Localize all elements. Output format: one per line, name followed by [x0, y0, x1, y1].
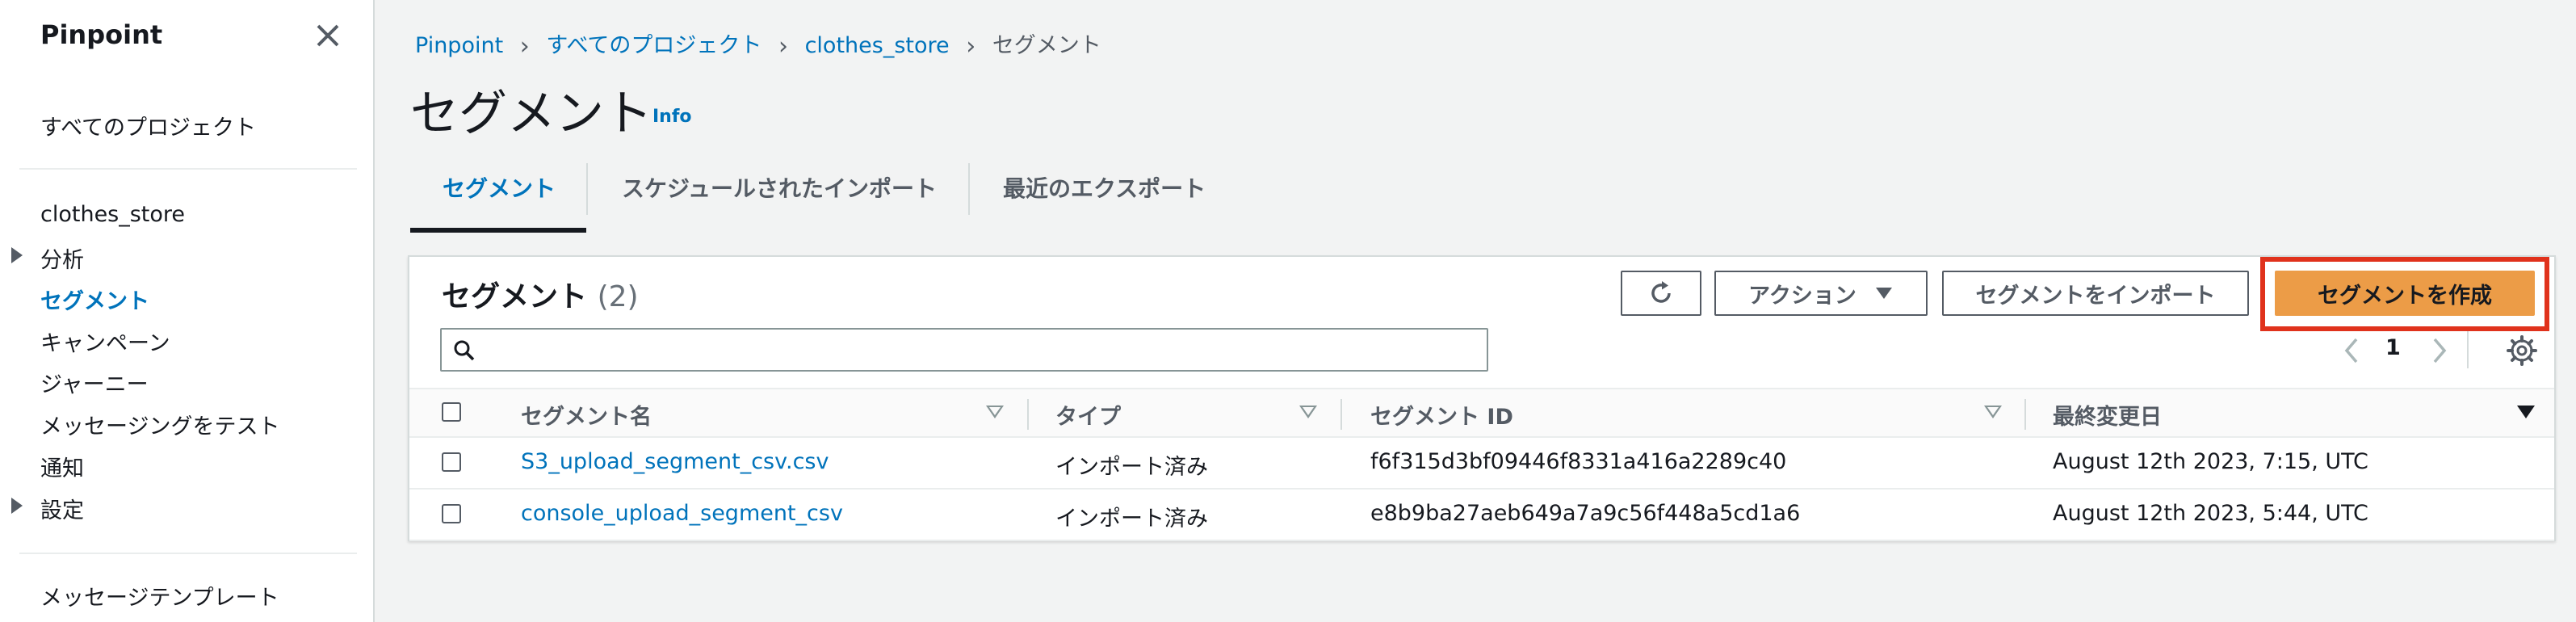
pager-divider	[2467, 331, 2469, 368]
breadcrumb-project[interactable]: clothes_store	[805, 33, 950, 58]
info-link[interactable]: Info	[652, 107, 692, 127]
sidebar: Pinpoint すべてのプロジェクト clothes_store 分析 セグメ…	[0, 0, 375, 622]
segments-table-container: セグメント (2) アクション セグメントをインポート セグメントを作成 1 セ…	[408, 255, 2556, 541]
create-segment-button[interactable]: セグメントを作成	[2275, 271, 2535, 316]
sidebar-item-campaigns[interactable]: キャンペーン	[40, 326, 170, 357]
page-number[interactable]: 1	[2385, 335, 2401, 360]
sidebar-item-test-messaging[interactable]: メッセージングをテスト	[40, 409, 279, 440]
breadcrumb-pinpoint[interactable]: Pinpoint	[415, 33, 503, 58]
last-modified: August 12th 2023, 7:15, UTC	[2053, 449, 2368, 474]
tab-divider	[968, 163, 970, 215]
breadcrumb-current: セグメント	[992, 33, 1101, 58]
segment-type: インポート済み	[1055, 506, 1208, 532]
sidebar-title: Pinpoint	[40, 19, 163, 50]
sidebar-divider	[19, 553, 357, 554]
sidebar-item-all-projects[interactable]: すべてのプロジェクト	[40, 110, 256, 141]
tab-divider	[586, 163, 588, 215]
row-checkbox[interactable]	[442, 452, 461, 472]
column-resizer[interactable]	[1027, 399, 1029, 430]
column-header-name[interactable]: セグメント名	[521, 399, 652, 431]
sort-icon[interactable]	[986, 406, 1004, 418]
segment-type: インポート済み	[1055, 455, 1208, 480]
expand-caret-icon[interactable]	[11, 247, 23, 263]
actions-label: アクション	[1748, 283, 1856, 309]
refresh-icon	[1651, 281, 1671, 303]
sidebar-divider	[19, 168, 357, 170]
select-all-checkbox[interactable]	[442, 402, 461, 422]
row-checkbox[interactable]	[442, 504, 461, 523]
active-tab-indicator	[410, 228, 586, 233]
breadcrumb: Pinpoint › すべてのプロジェクト › clothes_store › …	[415, 27, 1101, 61]
table-row: S3_upload_segment_csv.csv インポート済み f6f315…	[409, 438, 2554, 490]
column-header-id[interactable]: セグメント ID	[1370, 399, 1513, 431]
sidebar-item-segments[interactable]: セグメント	[40, 284, 149, 315]
breadcrumb-all-projects[interactable]: すべてのプロジェクト	[546, 33, 761, 58]
sort-icon[interactable]	[1299, 406, 1317, 418]
column-header-type[interactable]: タイプ	[1055, 399, 1121, 431]
table-title-text: セグメント	[442, 280, 588, 313]
table-row: console_upload_segment_csv インポート済み e8b9b…	[409, 490, 2554, 541]
segment-name-link[interactable]: S3_upload_segment_csv.csv	[521, 449, 829, 474]
actions-dropdown[interactable]: アクション	[1714, 271, 1928, 316]
tab-bar: セグメント スケジュールされたインポート 最近のエクスポート	[410, 155, 1218, 233]
table-title: セグメント (2)	[442, 273, 639, 315]
segment-name-link[interactable]: console_upload_segment_csv	[521, 501, 843, 526]
tab-scheduled-imports[interactable]: スケジュールされたインポート	[622, 171, 937, 204]
sidebar-project-name[interactable]: clothes_store	[40, 202, 185, 227]
tab-segments[interactable]: セグメント	[443, 171, 556, 204]
caret-down-icon	[1875, 288, 1892, 299]
refresh-button[interactable]	[1621, 271, 1701, 316]
import-segment-button[interactable]: セグメントをインポート	[1942, 271, 2249, 316]
sort-icon[interactable]	[1984, 406, 2002, 418]
chevron-right-icon: ›	[778, 32, 788, 61]
sort-descending-icon[interactable]	[2517, 406, 2535, 418]
column-resizer[interactable]	[1340, 399, 1342, 430]
chevron-right-icon: ›	[966, 32, 976, 61]
tab-recent-exports[interactable]: 最近のエクスポート	[1003, 171, 1206, 204]
column-header-last-modified[interactable]: 最終変更日	[2053, 399, 2162, 431]
segment-id: f6f315d3bf09446f8331a416a2289c40	[1370, 449, 1787, 474]
search-field[interactable]	[440, 328, 1488, 372]
sidebar-item-journeys[interactable]: ジャーニー	[40, 367, 149, 398]
chevron-left-icon[interactable]	[2342, 334, 2361, 367]
table-header: セグメント名 タイプ セグメント ID 最終変更日	[409, 388, 2554, 438]
sidebar-item-settings[interactable]: 設定	[40, 493, 84, 524]
close-icon[interactable]	[313, 19, 342, 52]
last-modified: August 12th 2023, 5:44, UTC	[2053, 501, 2368, 526]
expand-caret-icon[interactable]	[11, 498, 23, 514]
sidebar-item-message-templates[interactable]: メッセージテンプレート	[40, 580, 279, 611]
search-icon	[454, 340, 475, 361]
sidebar-item-notifications[interactable]: 通知	[40, 451, 84, 482]
gear-icon[interactable]	[2506, 334, 2538, 367]
chevron-right-icon[interactable]	[2430, 334, 2449, 367]
column-resizer[interactable]	[2024, 399, 2026, 430]
segment-id: e8b9ba27aeb649a7a9c56f448a5cd1a6	[1370, 501, 1801, 526]
search-input[interactable]	[487, 334, 1475, 367]
segment-count: (2)	[597, 280, 639, 313]
page-title: セグメント	[410, 86, 652, 142]
chevron-right-icon: ›	[519, 32, 530, 61]
sidebar-item-analytics[interactable]: 分析	[40, 242, 84, 274]
